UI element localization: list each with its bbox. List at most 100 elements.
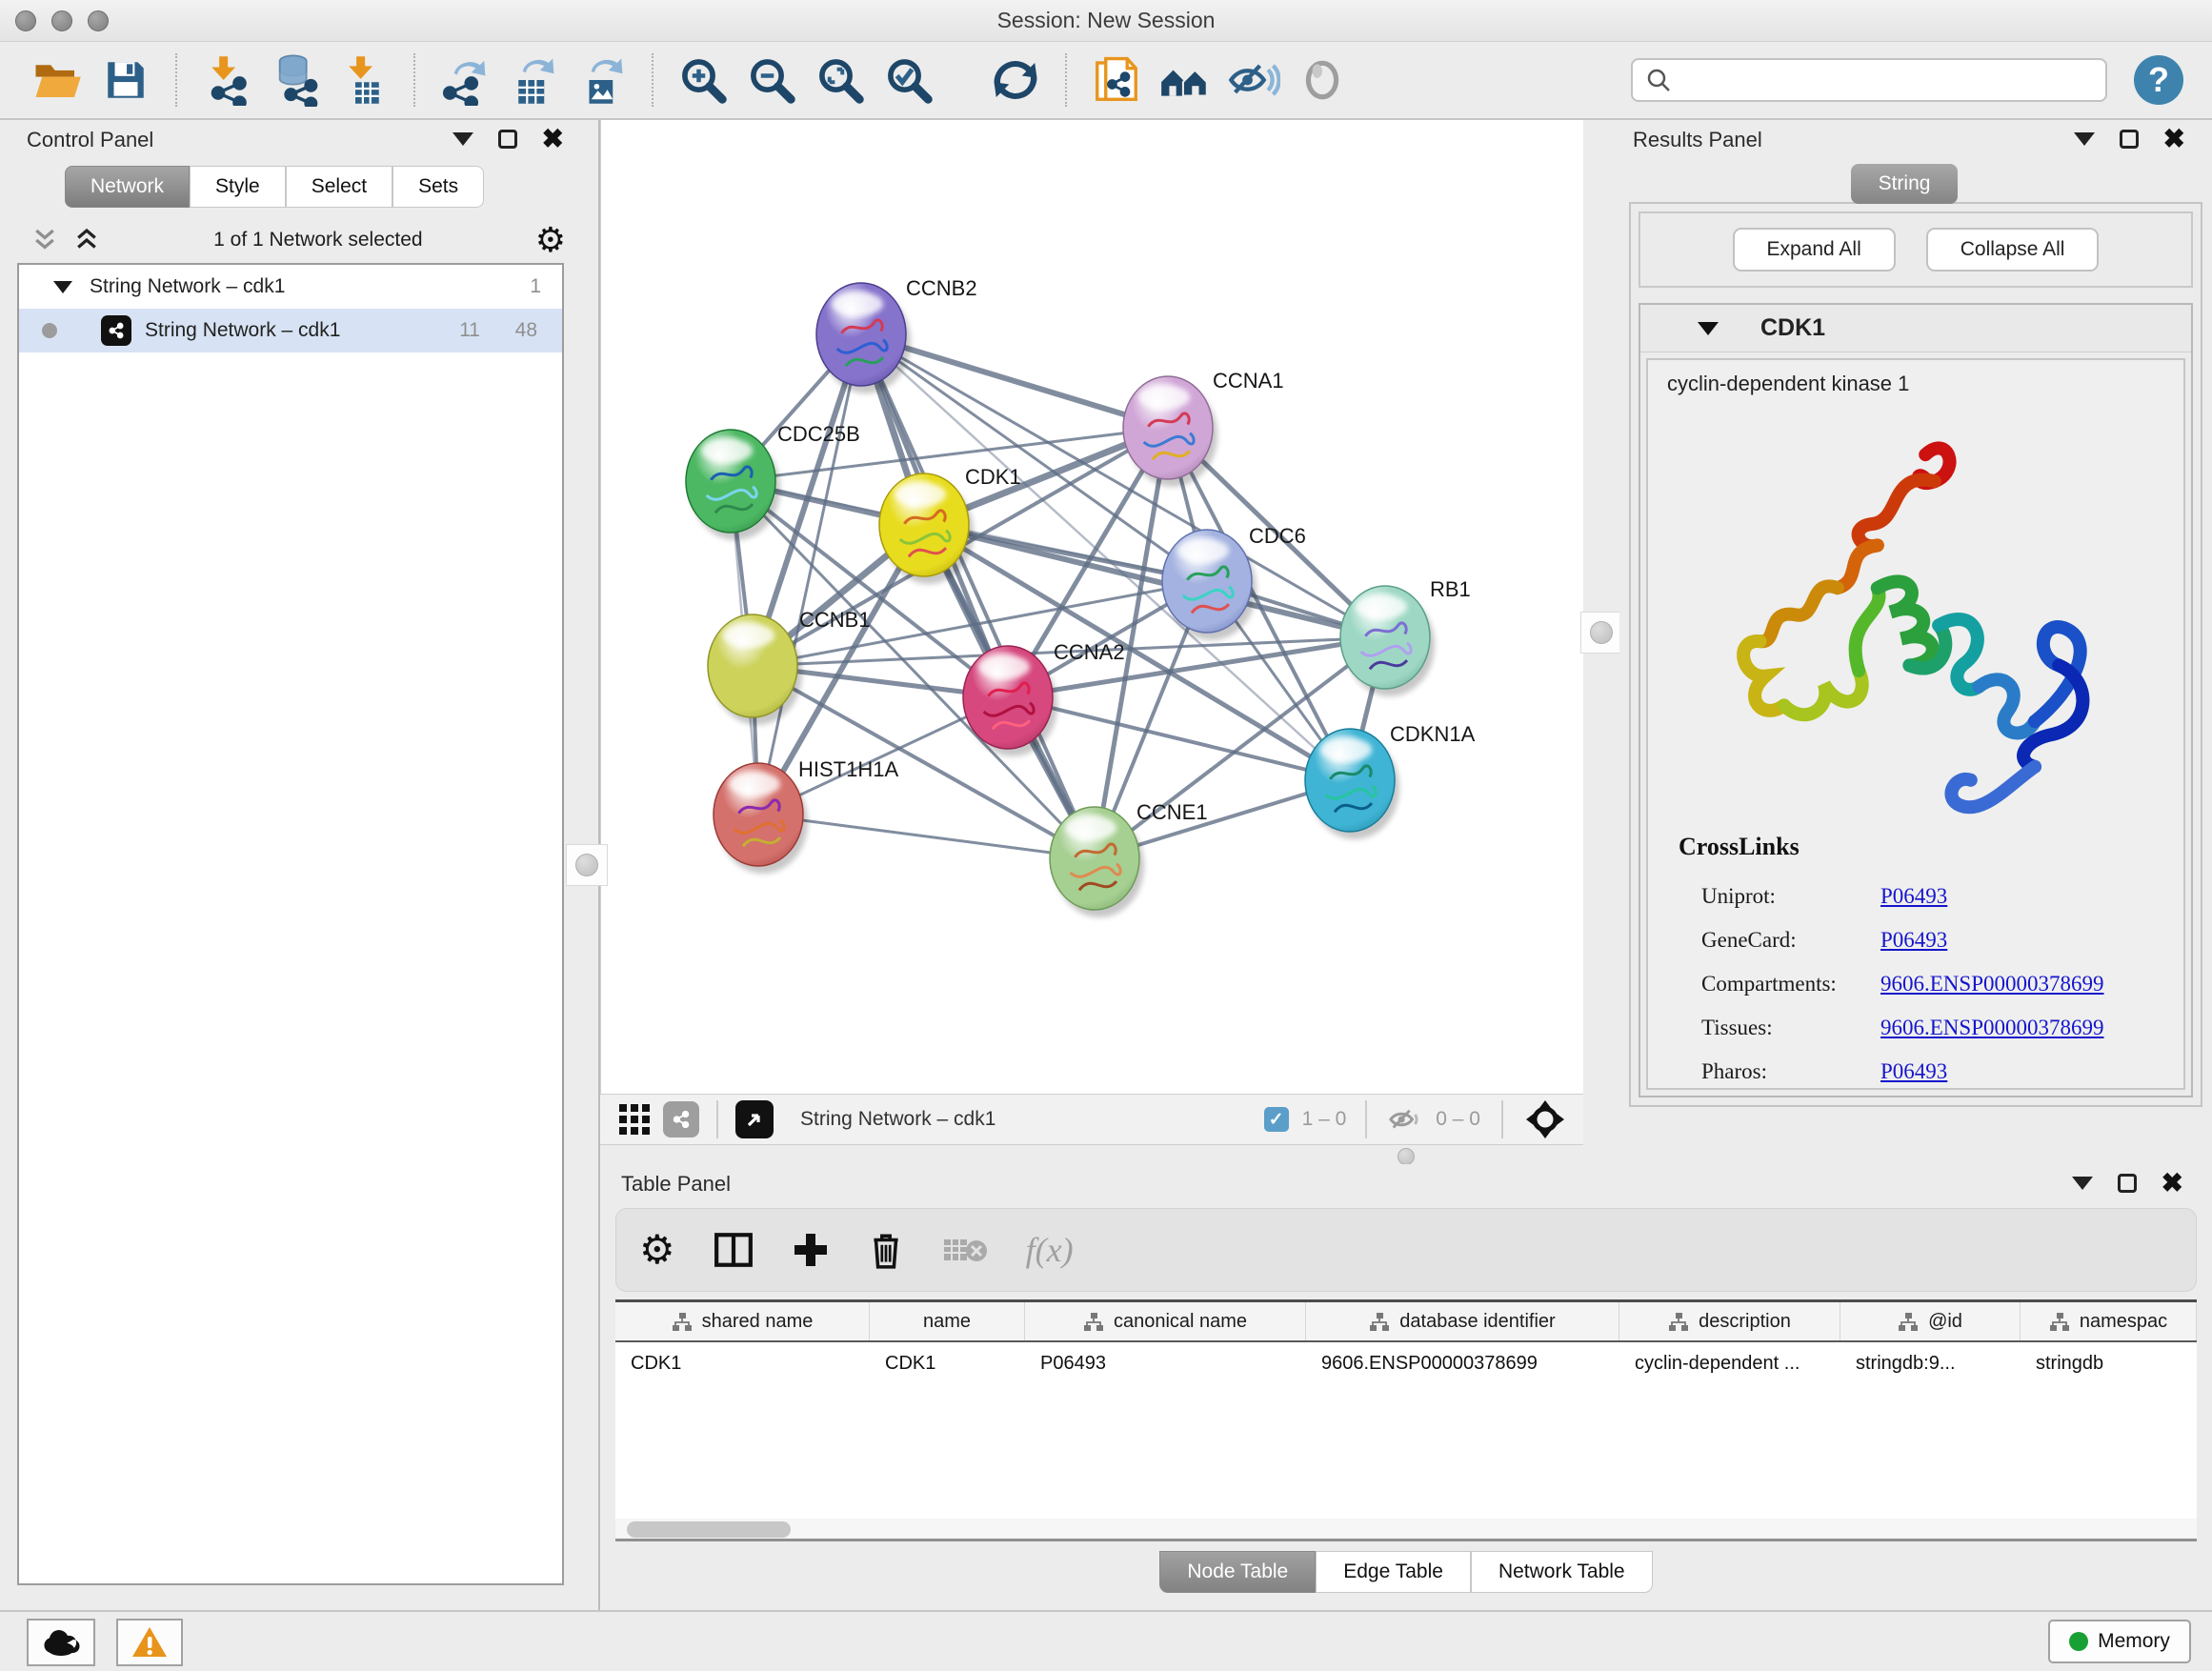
tab-edge-table[interactable]: Edge Table	[1316, 1551, 1471, 1593]
panel-close-icon[interactable]: ✖	[2162, 1174, 2183, 1193]
panel-float-icon[interactable]	[498, 130, 517, 149]
network-share-icon[interactable]	[663, 1101, 699, 1137]
add-column-icon[interactable]	[792, 1231, 830, 1269]
clear-table-icon[interactable]	[942, 1234, 988, 1266]
export-image-button[interactable]	[574, 52, 630, 108]
right-splitter-handle[interactable]	[1580, 612, 1622, 654]
node-CCNB2[interactable]	[816, 283, 911, 393]
expand-all-button[interactable]: Expand All	[1733, 228, 1896, 272]
table-cell[interactable]: CDK1	[870, 1342, 1025, 1384]
table-settings-gear-icon[interactable]: ⚙	[639, 1233, 675, 1267]
function-builder-icon[interactable]: f(x)	[1026, 1230, 1074, 1270]
tab-sets[interactable]: Sets	[392, 166, 484, 208]
eye-button[interactable]	[1295, 52, 1350, 108]
selected-checkbox-icon[interactable]: ✓	[1264, 1107, 1289, 1132]
import-network-file-button[interactable]	[199, 52, 254, 108]
network-row[interactable]: String Network – cdk1 11 48	[19, 309, 562, 352]
node-CDC6[interactable]	[1162, 530, 1257, 640]
export-table-button[interactable]	[506, 52, 561, 108]
chevron-double-up-icon[interactable]	[72, 226, 101, 254]
caret-down-icon[interactable]	[1698, 322, 1719, 335]
zoom-fit-button[interactable]	[813, 52, 868, 108]
column-header-name[interactable]: name	[870, 1302, 1025, 1340]
tab-network-table[interactable]: Network Table	[1471, 1551, 1653, 1593]
crosslink-link[interactable]: 9606.ENSP00000378699	[1880, 972, 2104, 997]
select-columns-icon[interactable]	[714, 1231, 754, 1269]
column-header-shared-name[interactable]: shared name	[615, 1302, 870, 1340]
network-view-canvas[interactable]: CCNB2CCNA1CDC25BCDK1CDC6RB1CCNB1CCNA2CDK…	[600, 120, 1583, 1094]
delete-column-trash-icon[interactable]	[868, 1230, 904, 1270]
table-cell[interactable]: 9606.ENSP00000378699	[1306, 1342, 1619, 1384]
string-document-button[interactable]	[1089, 52, 1144, 108]
panel-collapse-icon[interactable]	[2074, 132, 2095, 146]
table-cell[interactable]: cyclin-dependent ...	[1619, 1342, 1840, 1384]
hidden-eye-icon[interactable]	[1386, 1103, 1422, 1136]
tab-node-table[interactable]: Node Table	[1159, 1551, 1316, 1593]
panel-float-icon[interactable]	[2120, 130, 2139, 149]
node-HIST1H1A[interactable]	[714, 763, 808, 874]
chevron-double-down-icon[interactable]	[30, 226, 59, 254]
cloud-status-button[interactable]	[27, 1619, 95, 1666]
node-table[interactable]: shared namenamecanonical namedatabase id…	[615, 1299, 2197, 1519]
home-button[interactable]	[1157, 52, 1213, 108]
column-header-canonical-name[interactable]: canonical name	[1025, 1302, 1306, 1340]
column-header-database-identifier[interactable]: database identifier	[1306, 1302, 1619, 1340]
tab-network[interactable]: Network	[65, 166, 190, 208]
panel-collapse-icon[interactable]	[452, 132, 473, 146]
column-header--id[interactable]: @id	[1840, 1302, 2021, 1340]
table-cell[interactable]: stringdb:9...	[1840, 1342, 2021, 1384]
node-CCNB1[interactable]	[708, 614, 802, 725]
node-CDC25B[interactable]	[686, 430, 780, 540]
node-CCNA2[interactable]	[963, 646, 1057, 756]
gear-icon[interactable]: ⚙	[535, 223, 566, 257]
memory-button[interactable]: Memory	[2048, 1620, 2191, 1663]
table-cell[interactable]: CDK1	[615, 1342, 870, 1384]
table-row[interactable]: CDK1CDK1P064939606.ENSP00000378699cyclin…	[615, 1342, 2197, 1384]
refresh-layout-button[interactable]	[988, 52, 1043, 108]
zoom-out-button[interactable]	[744, 52, 799, 108]
tab-string[interactable]: String	[1851, 164, 1958, 204]
caret-down-icon[interactable]	[53, 281, 72, 293]
edge-CCNB2-HIST1H1A[interactable]	[758, 334, 861, 815]
panel-collapse-icon[interactable]	[2072, 1177, 2093, 1190]
zoom-selected-button[interactable]	[881, 52, 936, 108]
bottom-splitter-handle[interactable]	[1398, 1148, 1415, 1165]
protein-section-header[interactable]: CDK1	[1640, 305, 2191, 352]
search-input[interactable]	[1673, 69, 2094, 91]
tab-style[interactable]: Style	[190, 166, 286, 208]
crosslink-link[interactable]: P06493	[1880, 884, 1947, 909]
tab-select[interactable]: Select	[286, 166, 392, 208]
column-header-description[interactable]: description	[1619, 1302, 1840, 1340]
node-CCNE1[interactable]	[1050, 807, 1144, 917]
crosslink-link[interactable]: 9606.ENSP00000378699	[1880, 1016, 2104, 1040]
hide-glyphs-button[interactable]	[1226, 52, 1281, 108]
panel-float-icon[interactable]	[2118, 1174, 2137, 1193]
save-session-button[interactable]	[98, 52, 153, 108]
open-session-button[interactable]	[30, 52, 85, 108]
edge-HIST1H1A-CCNE1[interactable]	[758, 815, 1095, 858]
zoom-in-button[interactable]	[675, 52, 731, 108]
node-RB1[interactable]	[1340, 586, 1435, 696]
warnings-button[interactable]	[116, 1619, 183, 1666]
node-CDK1[interactable]	[879, 473, 974, 584]
search-box[interactable]	[1631, 58, 2107, 102]
table-cell[interactable]: P06493	[1025, 1342, 1306, 1384]
export-network-button[interactable]	[437, 52, 493, 108]
reset-zoom-crosshair-icon[interactable]	[1524, 1098, 1566, 1140]
import-table-file-button[interactable]	[336, 52, 392, 108]
crosslink-link[interactable]: P06493	[1880, 1059, 1947, 1084]
left-splitter-handle[interactable]	[566, 844, 608, 886]
table-horizontal-scrollbar[interactable]	[615, 1519, 2197, 1541]
panel-close-icon[interactable]: ✖	[542, 130, 564, 149]
column-header-namespac[interactable]: namespac	[2021, 1302, 2197, 1340]
detach-view-button[interactable]	[735, 1100, 774, 1138]
string-network-graph[interactable]: CCNB2CCNA1CDC25BCDK1CDC6RB1CCNB1CCNA2CDK…	[601, 120, 1584, 1094]
scrollbar-thumb[interactable]	[627, 1521, 791, 1538]
network-collection-row[interactable]: String Network – cdk1 1	[19, 265, 562, 309]
import-network-database-button[interactable]	[268, 52, 323, 108]
help-button[interactable]: ?	[2134, 55, 2183, 105]
collapse-all-button[interactable]: Collapse All	[1926, 228, 2100, 272]
node-CCNA1[interactable]	[1123, 376, 1217, 487]
table-cell[interactable]: stringdb	[2021, 1342, 2197, 1384]
panel-close-icon[interactable]: ✖	[2163, 130, 2185, 149]
